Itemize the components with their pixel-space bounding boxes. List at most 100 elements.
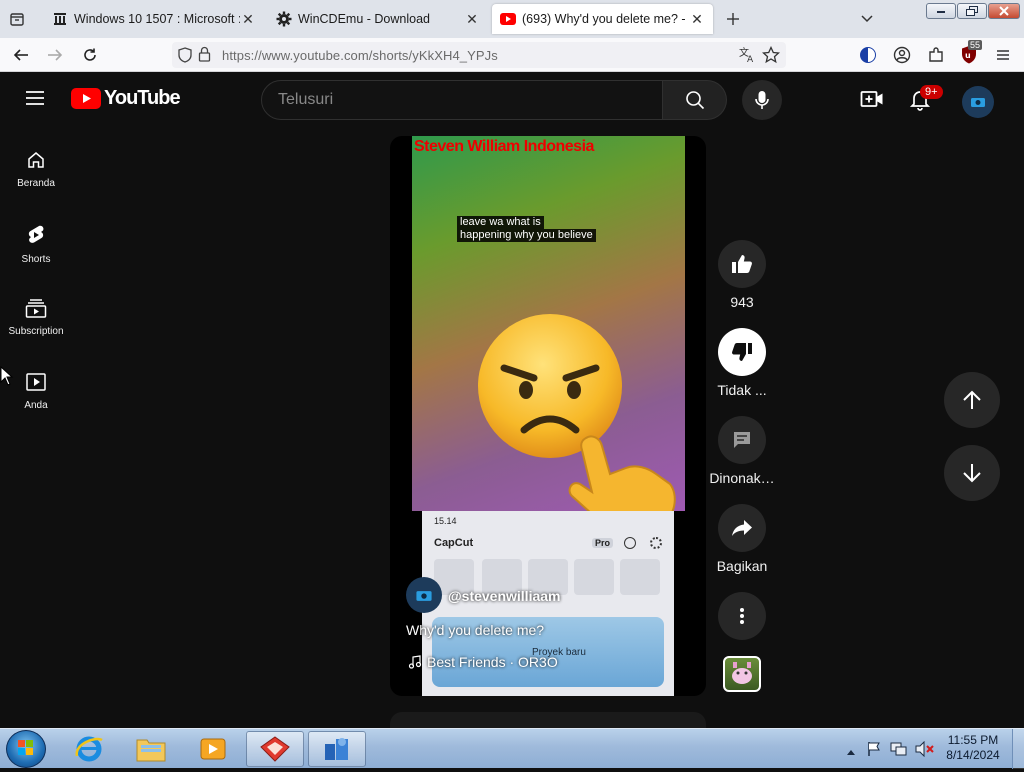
search-input[interactable]: Telusuri [261, 80, 663, 120]
shorts-icon [28, 225, 44, 243]
windows-taskbar: 11:55 PM 8/14/2024 [0, 728, 1024, 769]
youtube-logo[interactable]: YouTube [71, 87, 181, 110]
reload-icon[interactable] [77, 42, 103, 68]
clock-date: 8/14/2024 [946, 748, 1000, 762]
tab-title: WinCDEmu - Download [298, 12, 430, 26]
dark-reader-icon[interactable] [855, 42, 881, 68]
taskbar-file-explorer[interactable] [122, 731, 180, 767]
close-tab-icon[interactable]: ✕ [464, 11, 480, 28]
archive-org-icon [52, 11, 68, 27]
search-icon [685, 91, 704, 110]
sidebar-item-subscriptions[interactable]: Subscription [0, 298, 72, 337]
sidebar-item-home[interactable]: Beranda [0, 150, 72, 189]
taskbar-app-red[interactable] [246, 731, 304, 767]
back-arrow-icon[interactable] [8, 42, 34, 68]
video-caption-line1: leave wa what is [457, 216, 544, 229]
tab-youtube-active[interactable]: (693) Why'd you delete me? - Y ✕ [492, 4, 713, 34]
previous-short-button[interactable] [944, 372, 1000, 428]
bookmark-star-icon[interactable] [761, 45, 781, 69]
share-arrow-icon [732, 520, 752, 536]
next-short-preview[interactable] [390, 712, 706, 728]
subscriptions-icon [25, 299, 47, 318]
close-window-icon[interactable] [988, 3, 1020, 19]
show-hidden-icons-icon[interactable] [846, 743, 856, 761]
video-title[interactable]: Why'd you delete me? [406, 622, 544, 638]
help-icon [624, 537, 636, 549]
restore-window-icon[interactable] [957, 3, 987, 19]
shield-icon[interactable] [178, 47, 192, 68]
close-tab-icon[interactable]: ✕ [240, 11, 256, 28]
sidebar-item-shorts[interactable]: Shorts [0, 224, 72, 265]
action-center-flag-icon[interactable] [866, 741, 882, 762]
next-short-button[interactable] [944, 445, 1000, 501]
dislike-label: Tidak ... [717, 382, 767, 398]
forward-arrow-icon[interactable] [42, 42, 68, 68]
pro-badge: Pro [592, 538, 614, 548]
tab-overview-icon[interactable] [4, 6, 30, 32]
system-clock[interactable]: 11:55 PM 8/14/2024 [942, 733, 1004, 763]
music-note-icon [408, 655, 422, 669]
internet-explorer-icon [75, 736, 103, 762]
minimize-window-icon[interactable] [926, 3, 956, 19]
volume-muted-icon[interactable] [914, 740, 934, 762]
taskbar-internet-explorer[interactable] [60, 731, 118, 767]
search-button[interactable] [663, 80, 727, 120]
camera-avatar-icon [971, 98, 985, 107]
browser-tab-bar: Windows 10 1507 : Microsoft : F ✕ WinCDE… [0, 0, 1024, 38]
tab-wincdemu[interactable]: WinCDEmu - Download ✕ [268, 4, 488, 34]
tab-windows10[interactable]: Windows 10 1507 : Microsoft : F ✕ [44, 4, 264, 34]
new-tab-icon[interactable] [720, 6, 746, 32]
network-icon[interactable] [890, 741, 908, 762]
arrow-down-icon [963, 464, 981, 483]
account-icon[interactable] [889, 42, 915, 68]
taskbar-app-blue[interactable] [308, 731, 366, 767]
taskbar-media-player[interactable] [184, 731, 242, 767]
extensions-puzzle-icon[interactable] [923, 42, 949, 68]
music-link[interactable]: Best Friends · OR3O [408, 654, 558, 670]
channel-handle[interactable]: @stevenwilliaam [448, 588, 560, 604]
thumbs-up-icon [732, 255, 752, 273]
close-tab-icon[interactable]: ✕ [689, 11, 705, 28]
youtube-page: YouTube Telusuri 9+ Beranda Shorts Subsc… [0, 72, 1024, 728]
sound-thumbnail[interactable] [723, 656, 761, 692]
channel-avatar[interactable] [406, 577, 442, 613]
like-count: 943 [730, 294, 754, 310]
camera-avatar-icon [416, 590, 432, 601]
sidebar-item-label: Shorts [21, 254, 51, 265]
media-player-icon [200, 738, 226, 760]
list-tabs-chevron-icon[interactable] [854, 6, 880, 32]
search-placeholder: Telusuri [278, 91, 334, 108]
more-vertical-icon [740, 608, 744, 624]
video-caption-line2: happening why you believe [457, 229, 596, 242]
guide-menu-icon[interactable] [24, 89, 46, 112]
hamburger-menu-icon[interactable] [990, 42, 1016, 68]
share-label: Bagikan [716, 558, 768, 574]
dislike-button[interactable] [718, 328, 766, 376]
more-actions-button[interactable] [718, 592, 766, 640]
red-app-icon [260, 736, 290, 762]
ublock-origin-icon[interactable]: u 55 [956, 40, 983, 68]
video-overlay-title: Steven William Indonesia [414, 138, 594, 155]
notification-badge: 9+ [920, 85, 943, 99]
show-desktop-button[interactable] [1012, 729, 1024, 769]
share-button[interactable] [718, 504, 766, 552]
youtube-icon [500, 11, 516, 27]
start-button[interactable] [6, 730, 46, 768]
tool-tile [620, 559, 660, 595]
music-label: Best Friends · OR3O [427, 654, 558, 670]
sidebar-item-label: Anda [24, 400, 48, 411]
blue-app-icon [325, 738, 348, 760]
translate-icon[interactable]: 文A [738, 46, 756, 69]
create-video-icon[interactable] [860, 89, 884, 114]
extension-badge: 55 [968, 40, 983, 50]
like-button[interactable] [718, 240, 766, 288]
library-icon [26, 373, 46, 391]
youtube-logo-text: YouTube [104, 87, 181, 109]
address-bar[interactable]: https://www.youtube.com/shorts/yKkXH4_YP… [172, 42, 786, 68]
voice-search-button[interactable] [742, 80, 782, 120]
lock-icon[interactable] [198, 46, 211, 67]
shorts-video-player[interactable]: Steven William Indonesia leave wa what i… [390, 136, 706, 696]
avatar[interactable] [962, 86, 994, 118]
phone-time: 15.14 [434, 516, 457, 526]
comments-button[interactable] [718, 416, 766, 464]
